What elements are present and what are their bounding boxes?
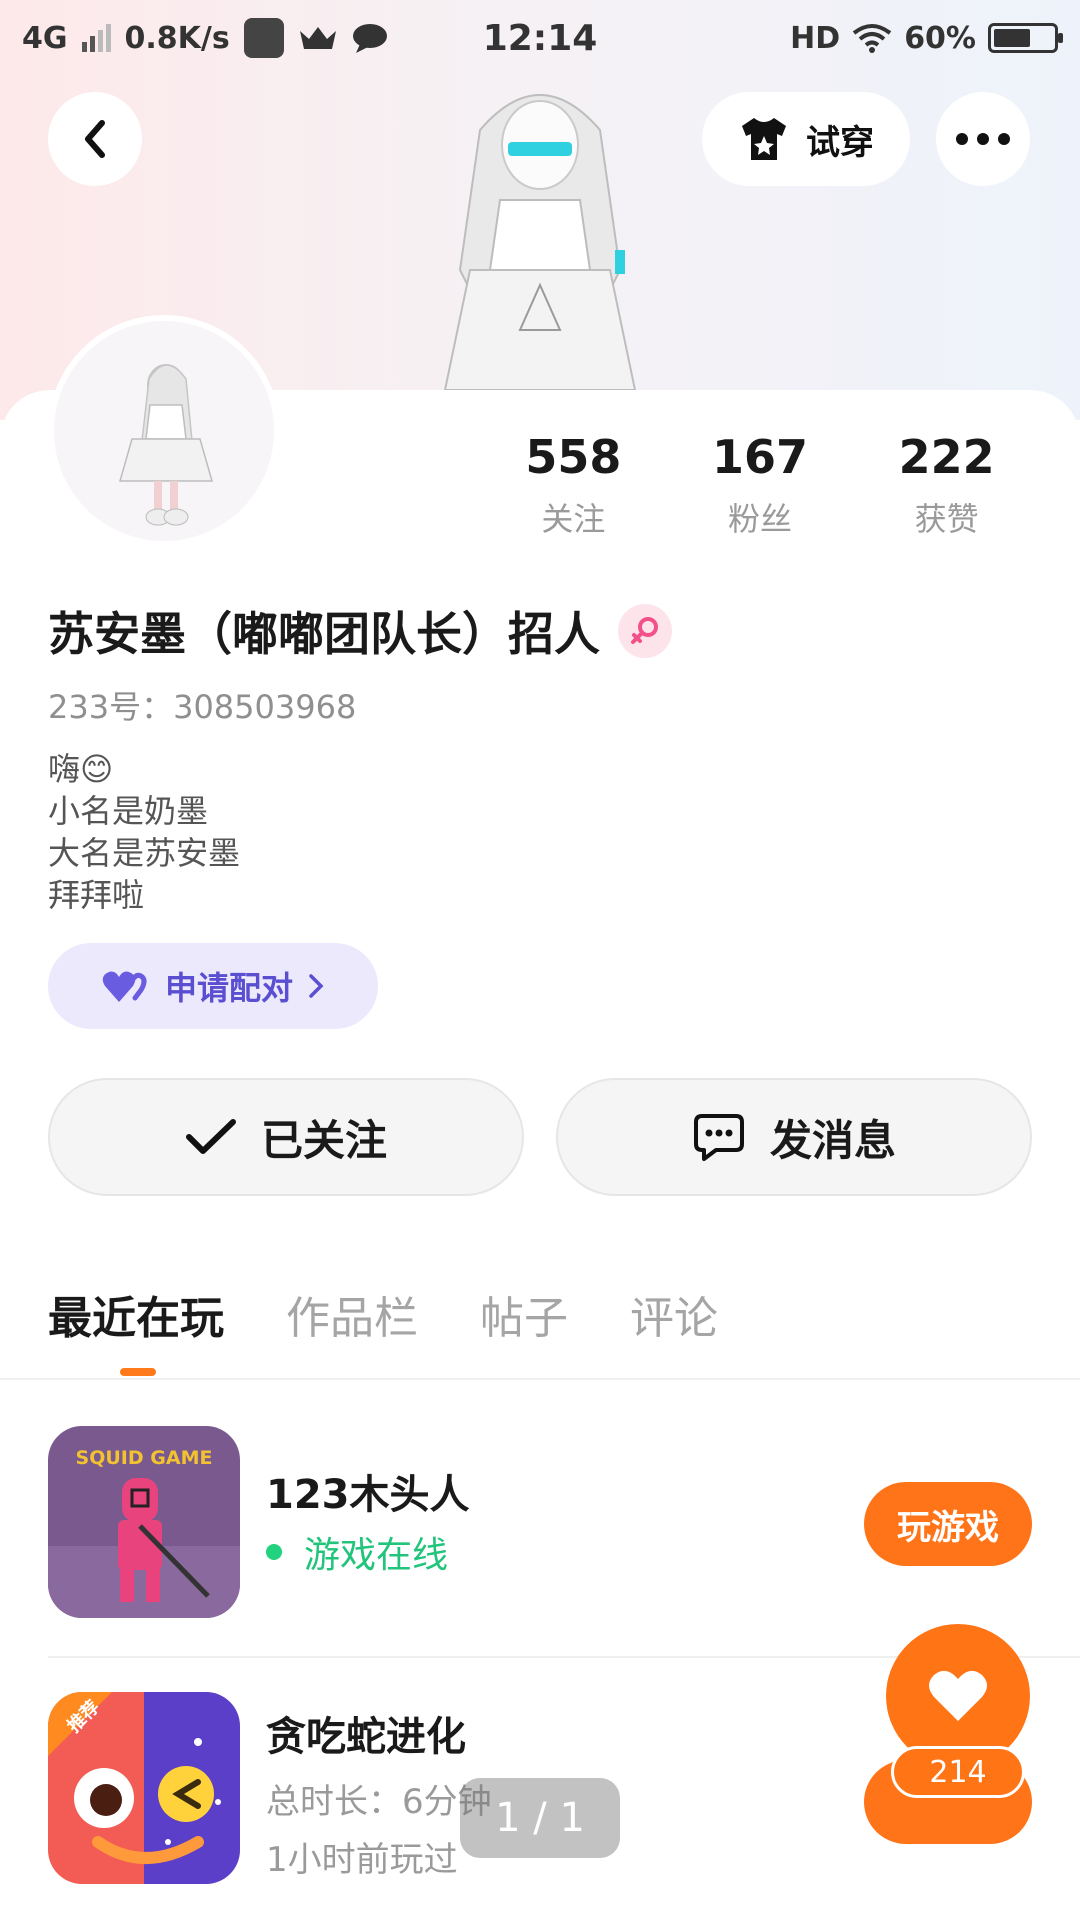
game-icon-squid: SQUID GAME xyxy=(48,1426,240,1618)
more-dots-icon xyxy=(956,133,1010,145)
tab-comments[interactable]: 评论 xyxy=(630,1282,718,1346)
like-count-badge: 214 xyxy=(891,1746,1025,1798)
more-button[interactable] xyxy=(936,92,1030,186)
chat-bubble-icon xyxy=(352,24,387,53)
battery-icon xyxy=(988,23,1063,53)
tshirt-icon xyxy=(742,118,786,160)
request-pair-button[interactable]: 申请配对 xyxy=(48,943,378,1029)
crown-icon xyxy=(299,27,336,49)
profile-name: 苏安墨（嘟嘟团队长）招人 xyxy=(48,607,600,661)
stat-likes[interactable]: 222 获赞 xyxy=(853,430,1040,540)
stat-followers[interactable]: 167 粉丝 xyxy=(667,430,854,540)
profile-avatar[interactable] xyxy=(48,315,280,547)
name-row: 苏安墨（嘟嘟团队长）招人 xyxy=(48,598,672,664)
tab-recently-played[interactable]: 最近在玩 xyxy=(48,1282,224,1346)
chevron-left-icon xyxy=(85,120,105,158)
game-title: 贪吃蛇进化 xyxy=(266,1714,466,1760)
play-game-button[interactable]: 玩游戏 xyxy=(864,1482,1032,1566)
following-label: 已关注 xyxy=(260,1115,387,1165)
request-pair-label: 申请配对 xyxy=(164,969,293,1007)
stat-label: 关注 xyxy=(541,500,606,538)
checkmark-icon xyxy=(185,1119,236,1154)
chevron-right-icon xyxy=(309,974,324,998)
profile-bio: 嗨😊 小名是奶墨 大名是苏安墨 拜拜啦 xyxy=(48,748,240,916)
battery-percent: 60% xyxy=(904,20,976,56)
online-status-label: 游戏在线 xyxy=(304,1535,449,1576)
stat-following[interactable]: 558 关注 xyxy=(480,430,667,540)
following-button[interactable]: 已关注 xyxy=(48,1078,524,1196)
hd-indicator: HD xyxy=(790,20,841,56)
send-message-label: 发消息 xyxy=(769,1115,896,1165)
bio-line: 大名是苏安墨 xyxy=(48,834,241,872)
page-indicator: 1 / 1 xyxy=(460,1778,620,1858)
status-bar: 4G 0.8K/s 12:14 HD 60% xyxy=(0,0,1080,76)
stat-label: 粉丝 xyxy=(728,500,793,538)
network-type: 4G xyxy=(22,20,68,56)
game-online-status: 游戏在线 xyxy=(266,1526,448,1578)
profile-tabs: 最近在玩 作品栏 帖子 评论 xyxy=(48,1282,718,1346)
game-icon-title: SQUID GAME xyxy=(76,1447,213,1469)
online-dot-icon xyxy=(266,1544,282,1560)
stat-label: 获赞 xyxy=(914,500,979,538)
avatar-character-image xyxy=(443,94,637,390)
game-title: 123木头人 xyxy=(266,1472,470,1518)
bio-line: 嗨😊 xyxy=(48,750,114,788)
stat-value: 558 xyxy=(525,430,622,484)
stat-value: 222 xyxy=(898,430,995,484)
try-on-button[interactable]: 试穿 xyxy=(702,92,910,186)
user-id: 233号：308503968 xyxy=(48,688,357,726)
send-message-button[interactable]: 发消息 xyxy=(556,1078,1032,1196)
game-icon-snake: 推荐 xyxy=(48,1692,240,1884)
female-gender-icon xyxy=(618,604,672,658)
network-speed: 0.8K/s xyxy=(124,20,230,56)
tabs-divider xyxy=(0,1378,1080,1380)
app-notification-icon xyxy=(243,18,284,58)
stat-value: 167 xyxy=(711,430,809,484)
profile-stats: 558 关注 167 粉丝 222 获赞 xyxy=(480,430,1040,540)
game-item[interactable]: SQUID GAME 123木头人 游戏在线 玩游戏 xyxy=(48,1426,1048,1622)
bio-line: 小名是奶墨 xyxy=(48,792,209,830)
back-button[interactable] xyxy=(48,92,142,186)
signal-icon xyxy=(81,24,111,52)
message-bubble-icon xyxy=(693,1114,744,1161)
wifi-icon xyxy=(852,24,892,53)
game-last-played: 1小时前玩过 xyxy=(266,1840,458,1880)
active-tab-indicator xyxy=(120,1368,156,1376)
try-on-label: 试穿 xyxy=(806,122,874,163)
tab-works[interactable]: 作品栏 xyxy=(286,1282,418,1346)
bio-line: 拜拜啦 xyxy=(48,876,145,914)
tab-posts[interactable]: 帖子 xyxy=(480,1282,568,1346)
double-heart-icon xyxy=(102,971,147,1002)
game-play-duration: 总时长：6分钟 xyxy=(266,1782,492,1822)
avatar-thumbnail-image xyxy=(119,364,213,526)
heart-icon xyxy=(929,1670,987,1721)
